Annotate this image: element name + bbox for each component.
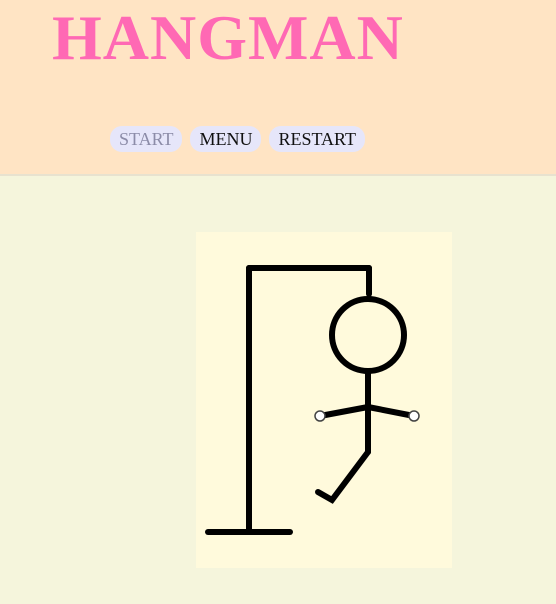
gallows-drawing	[205, 265, 420, 535]
left-hand-joint	[314, 410, 326, 422]
hangman-head	[329, 296, 407, 374]
restart-button[interactable]: RESTART	[269, 126, 365, 152]
game-title: HANGMAN	[52, 2, 404, 73]
right-hand-joint	[408, 410, 420, 422]
hangman-right-arm	[365, 404, 417, 419]
hangman-left-leg	[315, 449, 371, 504]
hangman-board	[196, 232, 452, 568]
header: HANGMAN START MENU RESTART	[0, 0, 556, 176]
menu-button[interactable]: MENU	[190, 126, 262, 152]
control-bar: START MENU RESTART	[110, 126, 365, 152]
hangman-left-arm	[317, 404, 371, 419]
start-button[interactable]: START	[110, 126, 183, 152]
